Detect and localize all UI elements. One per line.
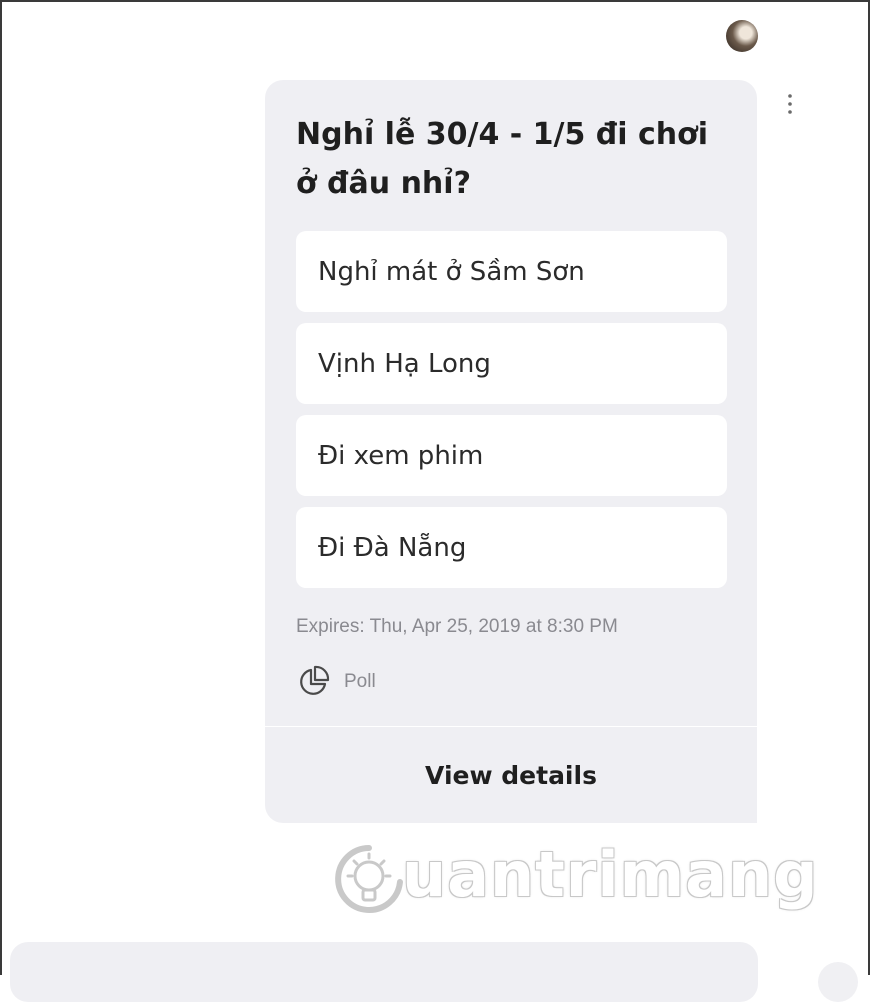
- more-options-icon[interactable]: [780, 92, 800, 118]
- pie-chart-icon: [296, 665, 330, 699]
- poll-question: Nghỉ lễ 30/4 - 1/5 đi chơi ở đâu nhỉ?: [296, 117, 709, 201]
- sender-avatar[interactable]: [726, 20, 758, 52]
- poll-option[interactable]: Nghỉ mát ở Sầm Sơn: [296, 231, 727, 312]
- next-message-bubble: [10, 942, 758, 1002]
- view-details-button[interactable]: View details: [265, 727, 757, 823]
- window-border-left: [0, 0, 2, 975]
- poll-option[interactable]: Đi xem phim: [296, 415, 727, 496]
- window-border-top: [0, 0, 870, 2]
- lightbulb-icon: [332, 842, 406, 920]
- poll-message-bubble: Nghỉ lễ 30/4 - 1/5 đi chơi ở đâu nhỉ? Ng…: [265, 80, 757, 823]
- poll-option[interactable]: Vịnh Hạ Long: [296, 323, 727, 404]
- scroll-button[interactable]: [818, 962, 858, 1002]
- poll-option[interactable]: Đi Đà Nẵng: [296, 507, 727, 588]
- poll-type-row: Poll: [296, 665, 376, 699]
- watermark: uantrimang: [322, 830, 818, 930]
- poll-expiry-text: Expires: Thu, Apr 25, 2019 at 8:30 PM: [296, 616, 618, 637]
- watermark-text: uantrimang: [402, 838, 819, 911]
- poll-type-label: Poll: [344, 671, 376, 692]
